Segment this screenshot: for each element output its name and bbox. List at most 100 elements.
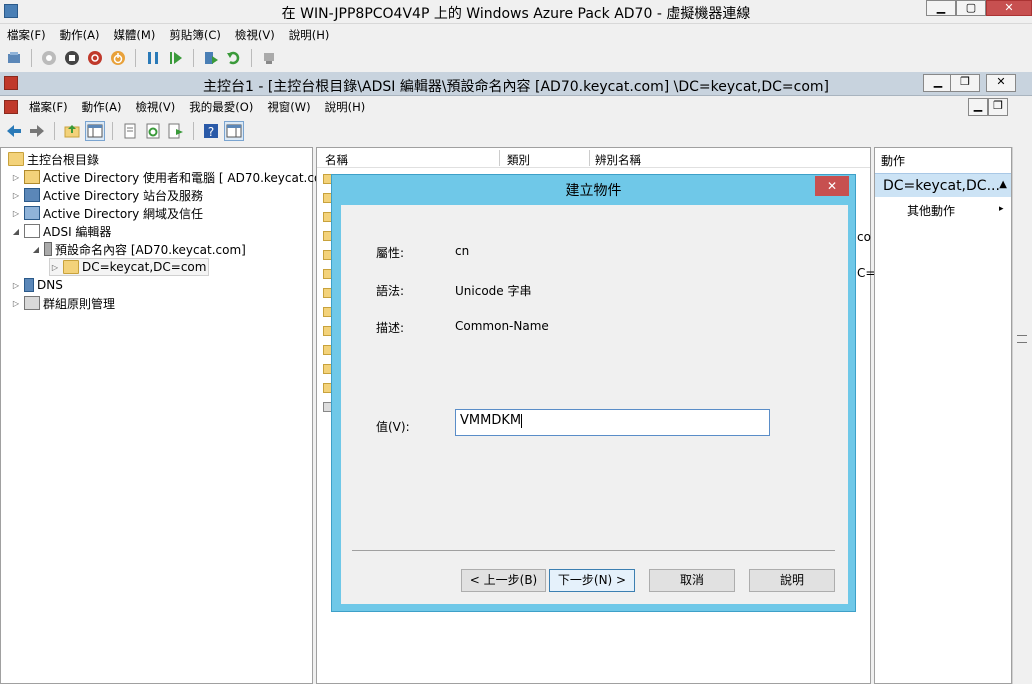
expand-arrow-icon[interactable]: ▷: [11, 299, 21, 308]
tree-item-dns[interactable]: ▷ DNS: [11, 276, 63, 294]
adsi-edit-icon: [24, 224, 40, 238]
show-hide-action-pane-icon[interactable]: [224, 121, 244, 141]
tree-item-default-naming-context[interactable]: ◢ 預設命名內容 [AD70.keycat.com]: [31, 240, 246, 258]
mmc-child-minimize-button[interactable]: ▁: [968, 98, 988, 116]
collapse-arrow-icon[interactable]: ◢: [31, 245, 41, 254]
mmc-menu-help[interactable]: 說明(H): [318, 99, 373, 115]
ctrl-alt-del-icon[interactable]: [4, 48, 24, 68]
server-icon: [44, 242, 52, 256]
maximize-button[interactable]: ▢: [956, 0, 986, 16]
mmc-menu-window[interactable]: 視窗(W): [260, 99, 317, 115]
svg-text:?: ?: [208, 125, 214, 139]
text-cursor: [521, 413, 523, 428]
dialog-divider: [352, 550, 835, 551]
syntax-value: Unicode 字串: [455, 284, 532, 298]
syntax-label: 語法:: [376, 284, 405, 298]
show-hide-tree-icon[interactable]: [85, 121, 105, 141]
folder-icon: [8, 152, 24, 166]
attribute-label: 屬性:: [376, 246, 405, 260]
folder-icon: [63, 260, 79, 274]
help-icon[interactable]: ?: [201, 121, 221, 141]
vm-menu-media[interactable]: 媒體(M): [106, 27, 162, 43]
action-more-actions[interactable]: 其他動作: [907, 202, 955, 219]
ad-domains-icon: [24, 206, 40, 220]
vertical-scrollbar[interactable]: [1012, 147, 1032, 684]
forward-arrow-icon[interactable]: [27, 121, 47, 141]
mmc-menu-favorites[interactable]: 我的最愛(O): [182, 99, 260, 115]
actions-pane: 動作 DC=keycat,DC... ▲ 其他動作 ▸: [874, 147, 1012, 684]
actions-header: 動作: [881, 154, 906, 168]
help-button[interactable]: 說明: [749, 569, 835, 592]
description-value: Common-Name: [455, 319, 549, 333]
expand-arrow-icon[interactable]: ▷: [11, 209, 21, 218]
minimize-button[interactable]: ▁: [926, 0, 956, 16]
vm-menu-view[interactable]: 檢視(V): [228, 27, 282, 43]
tree-item-gpo-management[interactable]: ▷ 群組原則管理: [11, 294, 115, 312]
revert-icon[interactable]: [224, 48, 244, 68]
vm-menu-clipboard[interactable]: 剪貼簿(C): [162, 27, 228, 43]
turn-off-icon[interactable]: [62, 48, 82, 68]
attribute-value: cn: [455, 244, 470, 258]
collapse-arrow-icon[interactable]: ◢: [11, 227, 21, 236]
back-button[interactable]: < 上一步(B): [461, 569, 546, 592]
gpo-icon: [24, 296, 40, 310]
tree-item-adsi-edit[interactable]: ◢ ADSI 編輯器: [11, 222, 111, 240]
tree-item-ad-domains-trusts[interactable]: ▷ Active Directory 網域及信任: [11, 204, 203, 222]
pause-icon[interactable]: [143, 48, 163, 68]
tree-item-console-root[interactable]: 主控台根目錄: [5, 150, 99, 168]
shutdown-icon[interactable]: [85, 48, 105, 68]
mmc-close-button[interactable]: ✕: [986, 74, 1016, 92]
list-header: 名稱 類別 辨別名稱: [317, 148, 870, 168]
export-list-icon[interactable]: [166, 121, 186, 141]
scrollbar-grip-icon[interactable]: [1017, 335, 1027, 343]
refresh-icon[interactable]: [143, 121, 163, 141]
up-folder-icon[interactable]: [62, 121, 82, 141]
actions-selected-label: DC=keycat,DC...: [883, 178, 1000, 194]
vm-window-titlebar: 在 WIN-JPP8PCO4V4P 上的 Windows Azure Pack …: [0, 0, 1032, 24]
expand-arrow-icon[interactable]: ▷: [11, 173, 21, 182]
actions-selected-item[interactable]: DC=keycat,DC... ▲: [875, 173, 1011, 197]
dialog-body: 屬性: cn 語法: Unicode 字串 描述: Common-Name 值(…: [341, 205, 848, 604]
collapse-up-icon[interactable]: ▲: [999, 179, 1007, 190]
start-icon[interactable]: [39, 48, 59, 68]
vm-menu-action[interactable]: 動作(A): [53, 27, 107, 43]
properties-icon[interactable]: [120, 121, 140, 141]
column-header-distinguished-name[interactable]: 辨別名稱: [595, 152, 641, 168]
power-icon[interactable]: [108, 48, 128, 68]
enhanced-session-icon[interactable]: [259, 48, 279, 68]
vm-menubar: 檔案(F) 動作(A) 媒體(M) 剪貼簿(C) 檢視(V) 說明(H): [0, 25, 336, 45]
mmc-window-title: 主控台1 - [主控台根目錄\ADSI 編輯器\預設命名內容 [AD70.key…: [202, 79, 830, 95]
dialog-title: 建立物件: [565, 183, 622, 199]
close-button[interactable]: ✕: [986, 0, 1032, 16]
back-arrow-icon[interactable]: [4, 121, 24, 141]
tree-item-dc-keycat[interactable]: ▷ DC=keycat,DC=com: [49, 258, 210, 276]
ad-sites-icon: [24, 188, 40, 202]
expand-arrow-icon[interactable]: ▷: [11, 191, 21, 200]
description-label: 描述:: [376, 321, 405, 335]
more-actions-arrow-icon: ▸: [999, 204, 1004, 214]
vm-menu-file[interactable]: 檔案(F): [0, 27, 53, 43]
mmc-minimize-button[interactable]: ▁: [923, 74, 953, 92]
ad-users-icon: [24, 170, 40, 184]
next-button[interactable]: 下一步(N) >: [549, 569, 635, 592]
expand-arrow-icon[interactable]: ▷: [50, 263, 60, 272]
mmc-menu-view[interactable]: 檢視(V): [128, 99, 182, 115]
tree-item-ad-users-computers[interactable]: ▷ Active Directory 使用者和電腦 [ AD70.keycat.…: [11, 168, 333, 186]
dialog-close-button[interactable]: ✕: [815, 176, 849, 196]
vm-menu-help[interactable]: 說明(H): [282, 27, 337, 43]
mmc-child-restore-button[interactable]: ❐: [988, 98, 1008, 116]
mmc-menu-icon: [4, 100, 18, 114]
value-input[interactable]: VMMDKM: [455, 409, 770, 436]
mmc-toolbar: ?: [4, 121, 244, 141]
expand-arrow-icon[interactable]: ▷: [11, 281, 21, 290]
mmc-menu-action[interactable]: 動作(A): [75, 99, 129, 115]
column-header-name[interactable]: 名稱: [325, 152, 348, 168]
column-header-class[interactable]: 類別: [507, 152, 530, 168]
checkpoint-icon[interactable]: [201, 48, 221, 68]
value-label: 值(V):: [376, 420, 410, 434]
tree-item-ad-sites-services[interactable]: ▷ Active Directory 站台及服務: [11, 186, 203, 204]
mmc-menu-file[interactable]: 檔案(F): [22, 99, 75, 115]
mmc-restore-button[interactable]: ❐: [950, 74, 980, 92]
resume-icon[interactable]: [166, 48, 186, 68]
cancel-button[interactable]: 取消: [649, 569, 735, 592]
